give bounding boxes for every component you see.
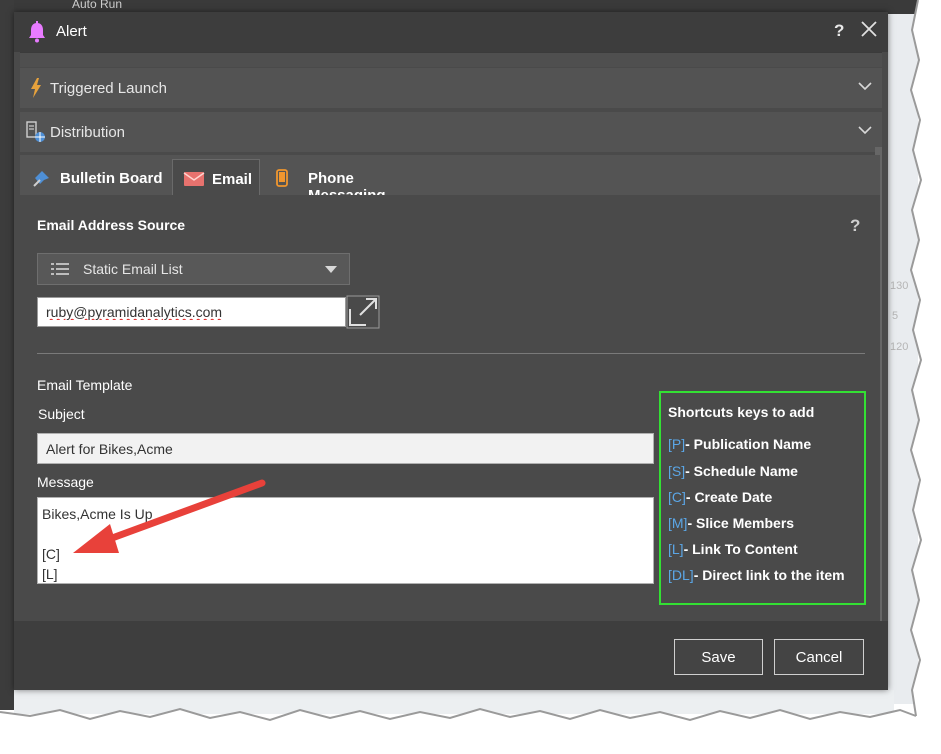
- background-number: 120: [890, 341, 909, 353]
- bell-icon: [29, 21, 45, 43]
- shortcut-key: [M]: [668, 515, 688, 531]
- cancel-button[interactable]: Cancel: [774, 639, 864, 675]
- shortcut-item: [DL]- Direct link to the item: [668, 567, 845, 583]
- pin-icon: [33, 171, 49, 187]
- shortcut-key: [P]: [668, 436, 686, 452]
- email-address-field[interactable]: [37, 297, 346, 327]
- shortcut-desc: - Schedule Name: [685, 463, 798, 479]
- subject-field[interactable]: [37, 433, 654, 464]
- distribution-icon: [26, 121, 45, 142]
- alert-dialog: Alert ? Triggered Launch Distribution Bu…: [14, 12, 888, 690]
- shortcut-key: [L]: [668, 541, 684, 557]
- list-icon: [51, 263, 69, 275]
- section-label: Distribution: [50, 124, 126, 141]
- chevron-down-icon[interactable]: [858, 126, 872, 135]
- background-right-panel: 130 5 120: [888, 14, 918, 704]
- envelope-icon: [183, 172, 205, 186]
- email-help-button[interactable]: ?: [850, 216, 860, 236]
- email-template-heading: Email Template: [37, 377, 133, 393]
- distribution-tabs: Bulletin Board Email Phone Messaging: [20, 155, 880, 204]
- shortcut-item: [C]- Create Date: [668, 489, 772, 505]
- shortcut-desc: - Create Date: [685, 489, 773, 505]
- tab-label: Bulletin Board: [60, 170, 163, 187]
- message-line: [L]: [42, 566, 58, 582]
- dialog-titlebar: Alert ?: [14, 12, 888, 52]
- background-left-panel: [0, 0, 14, 710]
- shortcuts-panel: Shortcuts keys to add [P]- Publication N…: [659, 391, 866, 605]
- background-number: 5: [892, 310, 899, 322]
- section-divider: [37, 353, 865, 354]
- save-button[interactable]: Save: [674, 639, 763, 675]
- dialog-title: Alert: [56, 23, 87, 40]
- shortcut-desc: - Slice Members: [687, 515, 795, 531]
- chevron-down-icon[interactable]: [858, 82, 872, 91]
- shortcut-item: [M]- Slice Members: [668, 515, 794, 531]
- shortcut-key: [DL]: [668, 567, 694, 583]
- tab-phone-messaging[interactable]: Phone Messaging: [262, 159, 432, 204]
- caret-down-icon: [325, 266, 337, 273]
- dialog-help-button[interactable]: ?: [834, 21, 844, 41]
- shortcut-item: [L]- Link To Content: [668, 541, 798, 557]
- section-label: Triggered Launch: [50, 80, 168, 97]
- collapsed-section-edge: [20, 52, 882, 67]
- shortcut-item: [S]- Schedule Name: [668, 463, 798, 479]
- message-line: [C]: [42, 546, 60, 562]
- shortcut-desc: - Publication Name: [685, 436, 812, 452]
- shortcut-key: [C]: [668, 489, 686, 505]
- expand-icon[interactable]: [346, 295, 380, 329]
- message-line: [42, 524, 649, 544]
- tab-label: Email: [212, 171, 253, 188]
- subject-label: Subject: [38, 406, 85, 422]
- email-source-selected: Static Email List: [83, 261, 183, 277]
- message-line: Bikes,Acme Is Up: [42, 506, 153, 522]
- email-source-dropdown[interactable]: Static Email List: [37, 253, 350, 285]
- phone-icon: [276, 169, 288, 187]
- close-icon[interactable]: [860, 20, 878, 38]
- section-triggered-launch[interactable]: Triggered Launch: [20, 68, 882, 108]
- background-auto-run-label: Auto Run: [72, 0, 123, 11]
- background-number: 130: [890, 280, 909, 292]
- shortcut-desc: - Link To Content: [683, 541, 798, 557]
- shortcut-desc: - Direct link to the item: [693, 567, 845, 583]
- background-bottom-panel: [14, 690, 894, 714]
- tab-bulletin-board[interactable]: Bulletin Board: [24, 159, 170, 195]
- lightning-icon: [31, 78, 41, 98]
- section-distribution[interactable]: Distribution: [20, 112, 882, 152]
- shortcut-item: [P]- Publication Name: [668, 436, 811, 452]
- dialog-footer: Save Cancel: [14, 621, 888, 690]
- shortcut-key: [S]: [668, 463, 686, 479]
- message-field[interactable]: Bikes,Acme Is Up [C] [L]: [37, 497, 654, 584]
- shortcuts-title: Shortcuts keys to add: [668, 404, 815, 420]
- tab-email[interactable]: Email: [172, 159, 260, 196]
- message-label: Message: [37, 474, 94, 490]
- email-address-source-heading: Email Address Source: [37, 217, 186, 233]
